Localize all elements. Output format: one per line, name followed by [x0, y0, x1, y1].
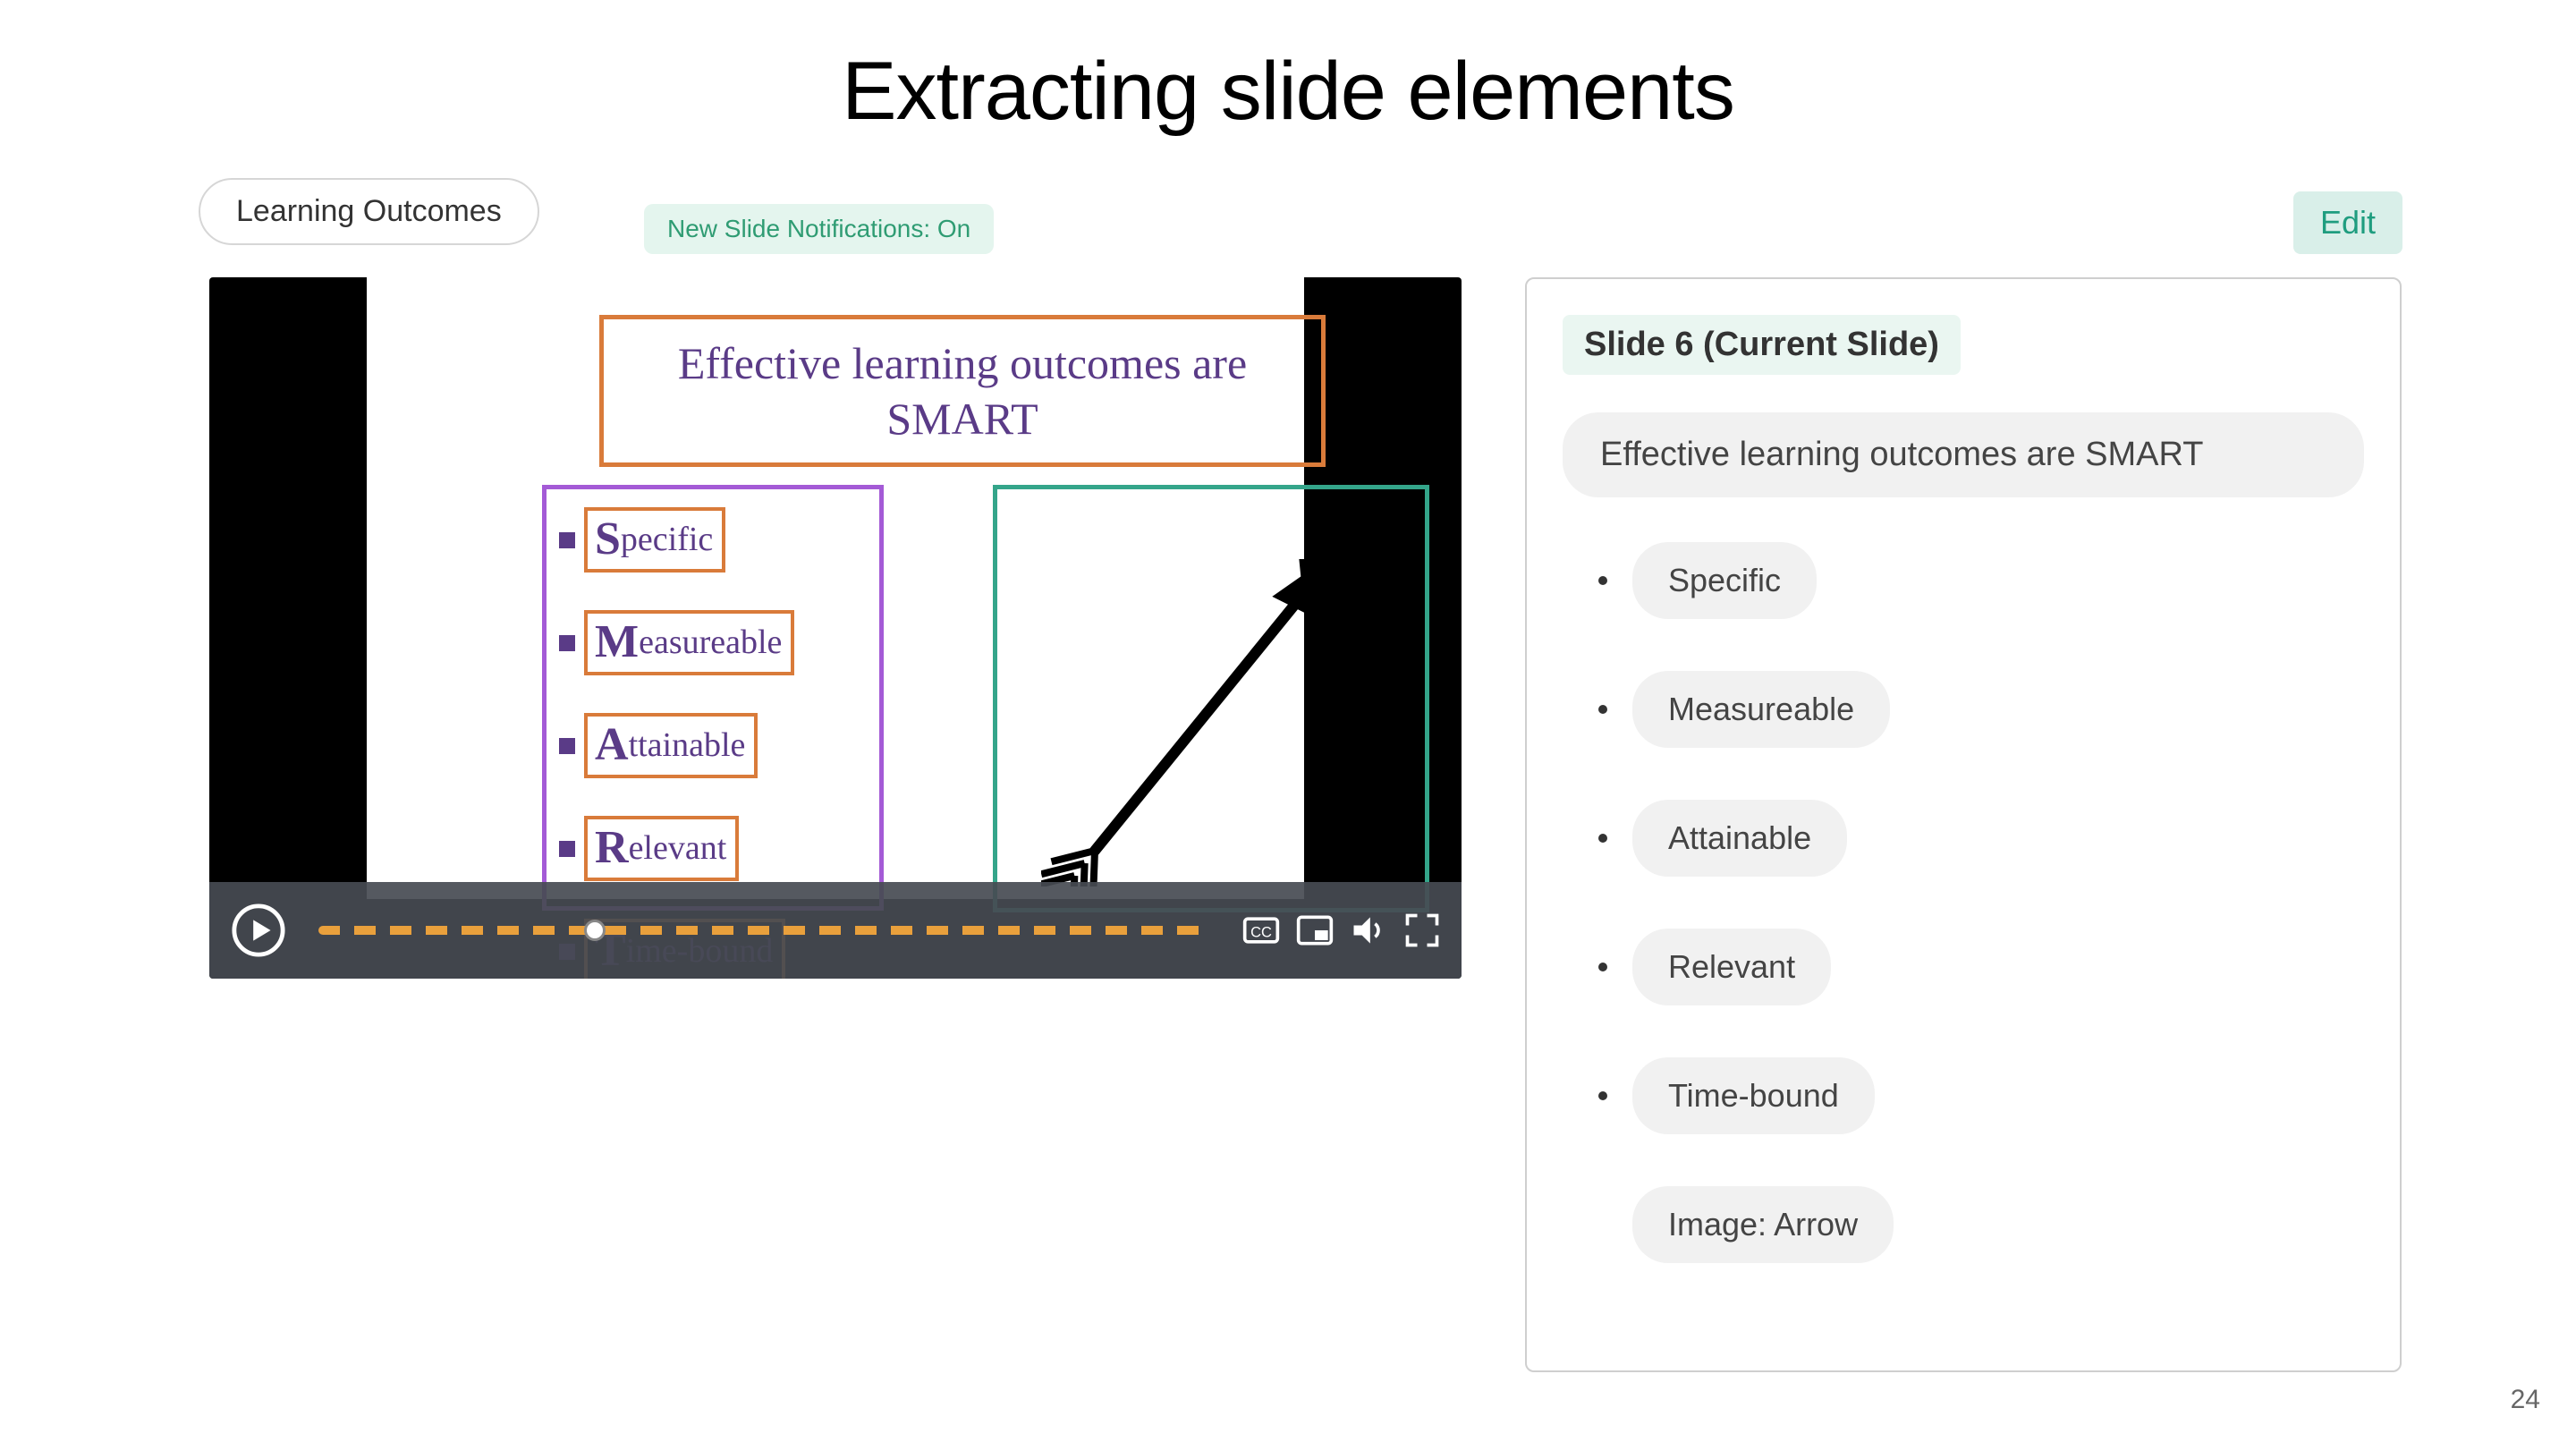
slide-list-item: Relevant: [559, 816, 867, 881]
extracted-bullet: Relevant: [1598, 929, 2364, 1005]
fullscreen-icon[interactable]: [1404, 912, 1440, 948]
word-relevant: Relevant: [584, 816, 739, 881]
extracted-bullet: Attainable: [1598, 800, 2364, 877]
slide-list-box: Specific Measureable Attainable Relevant…: [542, 485, 884, 911]
extracted-bullet: Time-bound: [1598, 1057, 2364, 1134]
extracted-bullet: Specific: [1598, 542, 2364, 619]
word-measureable: Measureable: [584, 610, 794, 675]
volume-icon[interactable]: [1351, 912, 1386, 948]
slide-canvas: Effective learning outcomes are SMART Sp…: [367, 277, 1304, 899]
svg-text:CC: CC: [1250, 924, 1272, 940]
notifications-chip[interactable]: New Slide Notifications: On: [644, 204, 994, 254]
video-player: Effective learning outcomes are SMART Sp…: [209, 277, 1462, 979]
extracted-bullet-pill[interactable]: Attainable: [1632, 800, 1847, 877]
extracted-image-pill[interactable]: Image: Arrow: [1632, 1186, 1894, 1263]
extracted-bullet-pill[interactable]: Measureable: [1632, 671, 1890, 748]
pip-icon[interactable]: [1297, 912, 1333, 948]
page-number: 24: [2511, 1385, 2540, 1415]
play-icon[interactable]: [231, 903, 286, 958]
bullet-square-icon: [559, 738, 575, 754]
extracted-bullet-pill[interactable]: Time-bound: [1632, 1057, 1875, 1134]
slide-list-item: Attainable: [559, 713, 867, 778]
extracted-bullet-pill[interactable]: Relevant: [1632, 929, 1831, 1005]
extracted-title[interactable]: Effective learning outcomes are SMART: [1563, 412, 2364, 497]
video-controls: CC: [209, 882, 1462, 979]
progress-bar[interactable]: [318, 925, 1211, 936]
slide-list-item: Measureable: [559, 610, 867, 675]
slide-title-box: Effective learning outcomes are SMART: [599, 315, 1326, 467]
bullet-square-icon: [559, 841, 575, 857]
extracted-bullet: Measureable: [1598, 671, 2364, 748]
captions-icon[interactable]: CC: [1243, 912, 1279, 948]
progress-knob[interactable]: [584, 920, 606, 941]
word-attainable: Attainable: [584, 713, 758, 778]
learning-outcomes-chip[interactable]: Learning Outcomes: [199, 178, 539, 245]
slide-image-box: [993, 485, 1429, 912]
edit-button[interactable]: Edit: [2293, 191, 2402, 254]
extracted-bullet-pill[interactable]: Specific: [1632, 542, 1817, 619]
arrow-icon: [1041, 511, 1381, 886]
word-specific: Specific: [584, 507, 725, 573]
bullet-square-icon: [559, 635, 575, 651]
page-title: Extracting slide elements: [0, 45, 2576, 139]
extracted-image-item: Image: Arrow: [1598, 1186, 2364, 1263]
extracted-elements-panel: Slide 6 (Current Slide) Effective learni…: [1525, 277, 2402, 1372]
bullet-square-icon: [559, 532, 575, 548]
panel-title: Slide 6 (Current Slide): [1563, 315, 1961, 375]
slide-list-item: Specific: [559, 507, 867, 573]
